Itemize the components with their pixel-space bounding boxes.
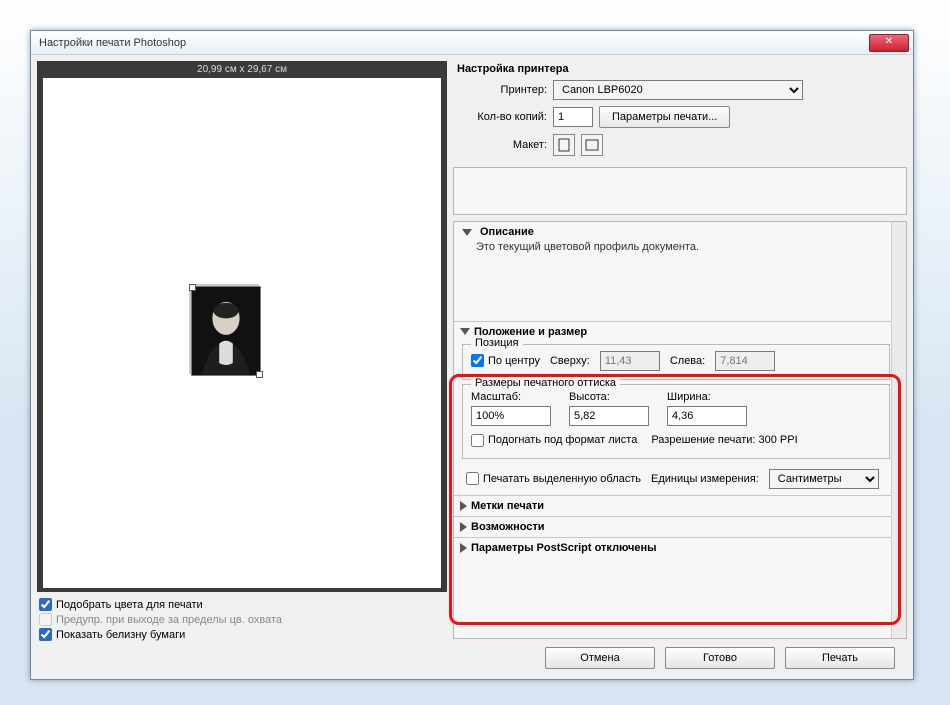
paper-white-label: Показать белизну бумаги — [56, 629, 185, 641]
height-label: Высота: — [569, 391, 649, 403]
layout-row: Макет: — [453, 131, 907, 159]
print-button[interactable]: Печать — [785, 647, 895, 669]
paper — [61, 96, 423, 570]
settings-scroll-pane[interactable]: Описание Это текущий цветовой профиль до… — [453, 221, 907, 639]
top-input — [600, 351, 660, 371]
paper-size-label: 20,99 см x 29,67 см — [41, 63, 443, 76]
gamut-warning-input[interactable] — [39, 613, 52, 626]
resolution-label: Разрешение печати: 300 PPI — [651, 434, 797, 446]
width-label: Ширина: — [667, 391, 747, 403]
position-fieldset: Позиция По центру Сверху: Слева: — [462, 344, 890, 380]
scale-label: Масштаб: — [471, 391, 551, 403]
preview-column: 20,99 см x 29,67 см — [37, 61, 447, 673]
window-title: Настройки печати Photoshop — [39, 37, 869, 49]
width-input[interactable] — [667, 406, 747, 426]
chevron-right-icon — [460, 543, 467, 553]
units-select[interactable]: Сантиметры — [769, 469, 879, 489]
functions-title: Возможности — [471, 521, 545, 533]
titlebar: Настройки печати Photoshop ✕ — [31, 31, 913, 55]
paper-white-checkbox[interactable]: Показать белизну бумаги — [39, 628, 447, 641]
paper-white-input[interactable] — [39, 628, 52, 641]
left-label: Слева: — [670, 355, 705, 367]
preview-area[interactable] — [43, 78, 441, 588]
copies-input[interactable] — [553, 107, 593, 127]
fit-media-input[interactable] — [471, 434, 484, 447]
printer-label: Принтер: — [457, 84, 547, 96]
print-marks-title: Метки печати — [471, 500, 544, 512]
print-settings-window: Настройки печати Photoshop ✕ 20,99 см x … — [30, 30, 914, 680]
chevron-down-icon — [460, 328, 470, 335]
fit-media-checkbox[interactable]: Подогнать под формат листа — [471, 434, 637, 447]
match-print-colors-label: Подобрать цвета для печати — [56, 599, 203, 611]
match-print-colors-checkbox[interactable]: Подобрать цвета для печати — [39, 598, 447, 611]
print-marks-header[interactable]: Метки печати — [454, 495, 906, 516]
print-params-button[interactable]: Параметры печати... — [599, 106, 730, 128]
settings-column: Настройка принтера Принтер: Canon LBP602… — [453, 61, 907, 673]
postscript-header[interactable]: Параметры PostScript отключены — [454, 537, 906, 558]
chevron-right-icon — [460, 501, 467, 511]
print-size-legend: Размеры печатного оттиска — [471, 377, 620, 389]
chevron-down-icon — [462, 229, 472, 236]
center-checkbox[interactable]: По центру — [471, 354, 540, 367]
portrait-orientation-icon — [558, 138, 570, 152]
close-button[interactable]: ✕ — [869, 34, 909, 52]
center-label: По центру — [488, 355, 540, 367]
empty-box — [453, 167, 907, 215]
functions-header[interactable]: Возможности — [454, 516, 906, 537]
portrait-icon — [192, 287, 260, 375]
gamut-warning-label: Предупр. при выходе за пределы цв. охват… — [56, 614, 282, 626]
orientation-portrait-button[interactable] — [553, 134, 575, 156]
scale-input[interactable] — [471, 406, 551, 426]
print-selection-input[interactable] — [466, 472, 479, 485]
postscript-title: Параметры PostScript отключены — [471, 542, 657, 554]
dialog-buttons: Отмена Готово Печать — [453, 639, 907, 673]
match-print-colors-input[interactable] — [39, 598, 52, 611]
center-input[interactable] — [471, 354, 484, 367]
copies-row: Кол-во копий: Параметры печати... — [453, 103, 907, 131]
done-button[interactable]: Готово — [665, 647, 775, 669]
chevron-right-icon — [460, 522, 467, 532]
description-title: Описание — [480, 226, 534, 238]
landscape-orientation-icon — [585, 139, 599, 151]
orientation-landscape-button[interactable] — [581, 134, 603, 156]
content: 20,99 см x 29,67 см — [31, 55, 913, 679]
height-input[interactable] — [569, 406, 649, 426]
printer-row: Принтер: Canon LBP6020 — [453, 77, 907, 103]
printer-select[interactable]: Canon LBP6020 — [553, 80, 803, 100]
units-label: Единицы измерения: — [651, 473, 759, 485]
description-text: Это текущий цветовой профиль документа. — [462, 239, 898, 257]
print-size-fieldset: Размеры печатного оттиска Масштаб: Высот… — [462, 384, 890, 459]
preview-options: Подобрать цвета для печати Предупр. при … — [37, 592, 447, 641]
position-legend: Позиция — [471, 337, 523, 349]
print-selection-checkbox[interactable]: Печатать выделенную область — [466, 472, 641, 485]
description-header[interactable]: Описание — [462, 226, 534, 238]
left-input — [715, 351, 775, 371]
print-selection-label: Печатать выделенную область — [483, 473, 641, 485]
image-thumbnail[interactable] — [191, 286, 261, 376]
description-panel: Описание Это текущий цветовой профиль до… — [454, 222, 906, 261]
gamut-warning-checkbox[interactable]: Предупр. при выходе за пределы цв. охват… — [39, 613, 447, 626]
layout-label: Макет: — [457, 139, 547, 151]
copies-label: Кол-во копий: — [457, 111, 547, 123]
fit-media-label: Подогнать под формат листа — [488, 434, 637, 446]
printer-section-title: Настройка принтера — [453, 61, 907, 77]
units-row: Печатать выделенную область Единицы изме… — [454, 463, 895, 495]
cancel-button[interactable]: Отмена — [545, 647, 655, 669]
top-label: Сверху: — [550, 355, 590, 367]
preview-shell: 20,99 см x 29,67 см — [37, 61, 447, 592]
